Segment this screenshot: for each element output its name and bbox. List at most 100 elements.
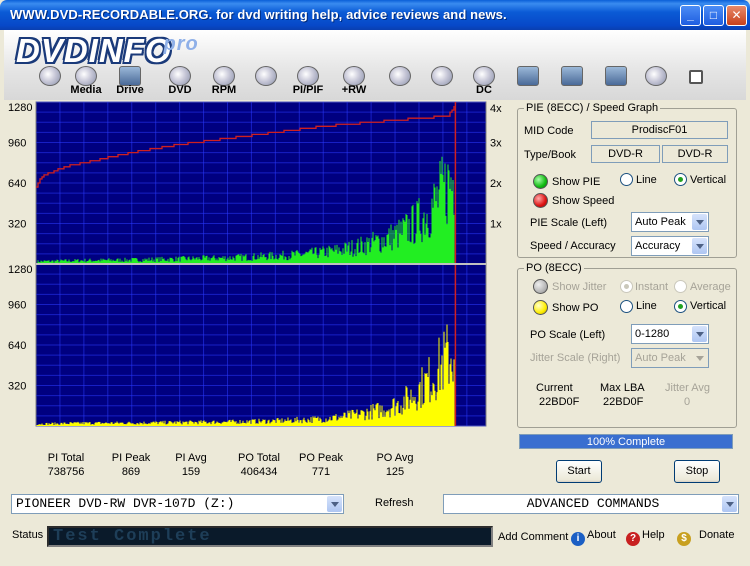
- toolbar-label: RPM: [211, 84, 237, 96]
- header-banner: DVDINFOpro Media Drive DVD RPM PI/PIF +RW DC: [4, 30, 746, 100]
- po-scale-select[interactable]: 0-1280: [631, 324, 709, 344]
- stat-value: 159: [181, 466, 201, 478]
- jitter-average-label: Average: [690, 281, 731, 293]
- donate-button[interactable]: $ Donate: [677, 529, 734, 546]
- stat-label: PO Peak: [298, 452, 344, 464]
- show-po-toggle[interactable]: [533, 300, 548, 315]
- type-field: DVD-R: [591, 145, 660, 163]
- book-field: DVD-R: [662, 145, 728, 163]
- help-icon: ?: [626, 532, 640, 546]
- stop-button[interactable]: Stop: [674, 460, 720, 483]
- toolbar-button-5[interactable]: [246, 66, 286, 96]
- toolbar-button-0[interactable]: [30, 66, 70, 96]
- maximize-button[interactable]: □: [703, 5, 724, 26]
- speed-accuracy-label: Speed / Accuracy: [530, 240, 616, 252]
- toolbar-button-1[interactable]: Media: [66, 66, 106, 96]
- burn-icon: [389, 66, 411, 86]
- jitter-scale-select[interactable]: Auto Peak: [631, 348, 709, 368]
- edit-icon: [605, 66, 627, 86]
- coin-icon: $: [677, 532, 691, 546]
- stat-value: 771: [311, 466, 331, 478]
- show-speed-label: Show Speed: [552, 195, 615, 207]
- progress-text: 100% Complete: [586, 436, 666, 448]
- toolbar-button-8[interactable]: [380, 66, 420, 96]
- rw-icon: [343, 66, 365, 86]
- toolbar-label: PI/PIF: [292, 84, 324, 96]
- dc-icon: [473, 66, 495, 86]
- po-line-radio[interactable]: [620, 300, 633, 313]
- stat-label: PI Avg: [175, 452, 207, 464]
- y-tick-label: 320: [8, 381, 26, 393]
- jitter-avg-value: 0: [684, 396, 691, 408]
- pie-vertical-radio[interactable]: [674, 173, 687, 186]
- pause-icon: [645, 66, 667, 86]
- jitter-instant-radio[interactable]: [620, 280, 633, 293]
- graph-area: 12809606403204x3x2x1x12809606403201GB2GB…: [4, 100, 514, 430]
- toolbar-button-15[interactable]: [676, 66, 716, 96]
- stat-label: PO Avg: [376, 452, 414, 464]
- refresh-button[interactable]: Refresh: [375, 497, 414, 509]
- toolbar-button-3[interactable]: DVD: [160, 66, 200, 96]
- show-speed-toggle[interactable]: [533, 193, 548, 208]
- toolbar-button-4[interactable]: RPM: [204, 66, 244, 96]
- chevron-down-icon: [692, 350, 707, 366]
- toolbar-button-7[interactable]: +RW: [334, 66, 374, 96]
- po-line-label: Line: [636, 300, 657, 312]
- jitter-average-radio[interactable]: [674, 280, 687, 293]
- toolbar-button-6[interactable]: PI/PIF: [288, 66, 328, 96]
- stat-label: PI Total: [47, 452, 85, 464]
- stop-icon: [689, 70, 703, 84]
- current-label: Current: [536, 382, 573, 394]
- status-display: Test Complete: [47, 526, 493, 547]
- start-button[interactable]: Start: [556, 460, 602, 483]
- toolbar-button-12[interactable]: [552, 66, 592, 96]
- drive-icon: [119, 66, 141, 86]
- po-scale-label: PO Scale (Left): [530, 329, 606, 341]
- toolbar-label: DC: [476, 84, 492, 96]
- toolbar-button-11[interactable]: [508, 66, 548, 96]
- show-jitter-toggle[interactable]: [533, 279, 548, 294]
- show-pie-label: Show PIE: [552, 176, 601, 188]
- stat-value: 406434: [240, 466, 278, 478]
- mid-code-label: MID Code: [524, 125, 574, 137]
- show-pie-toggle[interactable]: [533, 174, 548, 189]
- chevron-down-icon: [692, 214, 707, 230]
- stat-value: 738756: [47, 466, 85, 478]
- show-jitter-label: Show Jitter: [552, 281, 607, 293]
- y-tick-label: 1280: [8, 102, 32, 114]
- info-icon: i: [571, 532, 585, 546]
- toolbar-button-9[interactable]: [422, 66, 462, 96]
- pie-group-title: PIE (8ECC) / Speed Graph: [524, 102, 661, 114]
- pie-vertical-label: Vertical: [690, 174, 727, 186]
- speed-tick-label: 1x: [490, 219, 502, 231]
- advanced-commands-select[interactable]: ADVANCED COMMANDS: [443, 494, 739, 514]
- mid-code-field: ProdiscF01: [591, 121, 728, 139]
- monitor-icon: [39, 66, 61, 86]
- po-group-title: PO (8ECC): [524, 262, 584, 274]
- pie-po-chart: 12809606403204x3x2x1x12809606403201GB2GB…: [8, 101, 502, 427]
- add-comment-button[interactable]: Add Comment: [498, 531, 568, 543]
- stat-label: PO Total: [238, 452, 280, 464]
- toolbar-button-14[interactable]: [636, 66, 676, 96]
- minimize-button[interactable]: _: [680, 5, 701, 26]
- chevron-down-icon: [692, 238, 707, 254]
- speed-tick-label: 2x: [490, 178, 502, 190]
- jitter-avg-label: Jitter Avg: [665, 382, 711, 394]
- toolbar-button-13[interactable]: [596, 66, 636, 96]
- y-tick-label: 960: [8, 138, 26, 150]
- pie-line-radio[interactable]: [620, 173, 633, 186]
- help-button[interactable]: ? Help: [626, 529, 665, 546]
- toolbar-label: Media: [70, 84, 102, 96]
- toolbar-button-2[interactable]: Drive: [110, 66, 150, 96]
- pie-scale-select[interactable]: Auto Peak: [631, 212, 709, 232]
- stat-value: 125: [385, 466, 405, 478]
- drive-select[interactable]: PIONEER DVD-RW DVR-107D (Z:): [11, 494, 344, 514]
- window-title: WWW.DVD-RECORDABLE.ORG. for dvd writing …: [10, 7, 507, 22]
- jitter-scale-label: Jitter Scale (Right): [530, 352, 621, 364]
- speed-accuracy-select[interactable]: Accuracy: [631, 236, 709, 256]
- po-vertical-radio[interactable]: [674, 300, 687, 313]
- about-button[interactable]: i About: [571, 529, 616, 546]
- toolbar-button-10[interactable]: DC: [464, 66, 504, 96]
- close-button[interactable]: ✕: [726, 5, 747, 26]
- toolbar-label: Drive: [116, 84, 144, 96]
